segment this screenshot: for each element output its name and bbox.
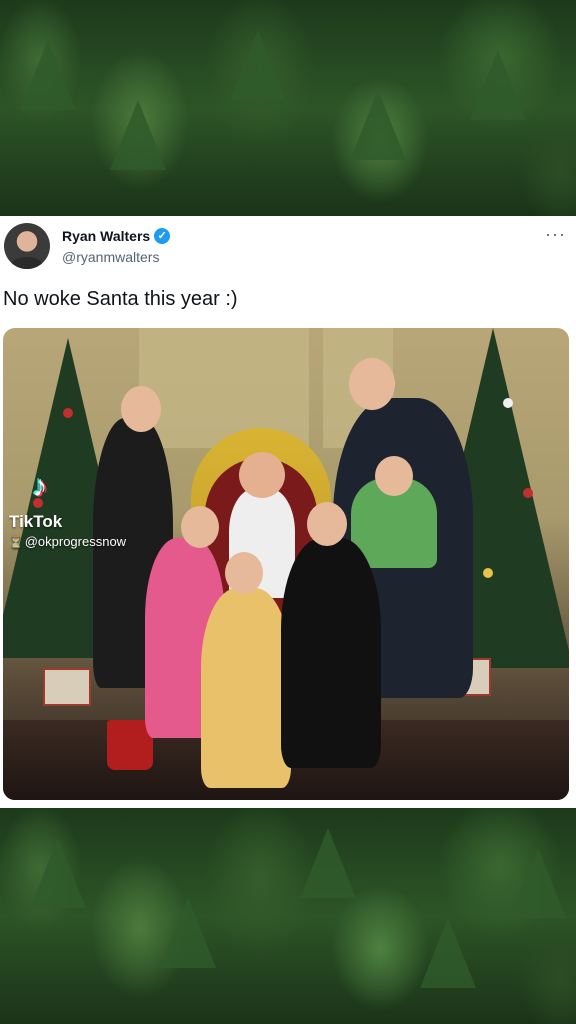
ornament bbox=[523, 488, 533, 498]
tiktok-watermark-app: TikTok bbox=[9, 512, 63, 531]
person-girl-black bbox=[281, 538, 381, 768]
person-head bbox=[121, 386, 161, 432]
tree-shape bbox=[350, 90, 406, 160]
author-name[interactable]: Ryan Walters bbox=[62, 228, 150, 244]
ornament bbox=[503, 398, 513, 408]
tree-shape bbox=[160, 898, 216, 968]
person-boy bbox=[201, 588, 291, 788]
tweet-text: No woke Santa this year :) bbox=[3, 288, 238, 310]
gift-box bbox=[43, 668, 91, 706]
verified-badge-icon: ✓ bbox=[154, 228, 171, 244]
author-name-row[interactable]: Ryan Walters ✓ bbox=[62, 228, 171, 244]
tree-shape bbox=[230, 30, 286, 100]
tree-shape bbox=[470, 50, 526, 120]
avatar-shirt bbox=[10, 257, 44, 269]
tree-shape bbox=[420, 918, 476, 988]
tiktok-watermark-user: @okprogressnow bbox=[24, 534, 127, 549]
forest-background-bottom bbox=[0, 808, 576, 1024]
tree-shape bbox=[30, 838, 86, 908]
user-icon: ⏳ bbox=[9, 537, 23, 549]
person-head bbox=[375, 456, 413, 496]
tiktok-logo-icon: ♪ bbox=[32, 470, 48, 503]
person-head bbox=[181, 506, 219, 548]
person-head bbox=[225, 552, 263, 594]
tree-shape bbox=[110, 100, 166, 170]
tweet-card[interactable]: Ryan Walters ✓ @ryanmwalters ··· No woke… bbox=[0, 216, 576, 808]
tree-shape bbox=[300, 828, 356, 898]
tree-shape bbox=[510, 848, 566, 918]
person-head bbox=[349, 358, 395, 410]
ornament bbox=[63, 408, 73, 418]
author-handle[interactable]: @ryanmwalters bbox=[62, 249, 159, 265]
tiktok-watermark-user-row: ⏳ @okprogressnow bbox=[9, 534, 126, 549]
wall-panel bbox=[139, 328, 309, 448]
tree-shape bbox=[20, 40, 76, 110]
santa-head bbox=[239, 452, 285, 498]
ornament bbox=[483, 568, 493, 578]
avatar[interactable] bbox=[4, 223, 50, 269]
tweet-photo[interactable]: ♪ TikTok ⏳ @okprogressnow bbox=[3, 328, 569, 800]
person-head bbox=[307, 502, 347, 546]
more-options-icon[interactable]: ··· bbox=[545, 224, 566, 245]
forest-background-top bbox=[0, 0, 576, 216]
